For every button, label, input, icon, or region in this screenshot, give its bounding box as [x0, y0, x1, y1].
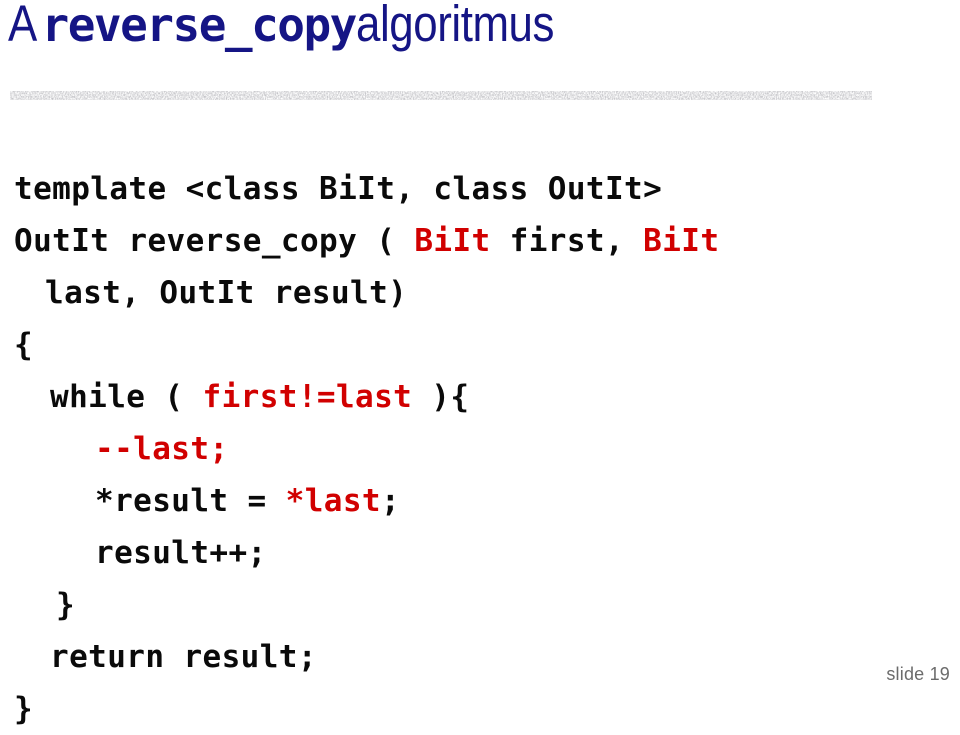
code-line: while ( first!=last ){ [0, 371, 960, 423]
code-token: } [14, 691, 34, 727]
code-line: return result; [0, 631, 960, 683]
title-divider-rule [10, 91, 872, 100]
code-line: OutIt reverse_copy ( BiIt first, BiIt [0, 215, 960, 267]
textured-rule-icon [10, 91, 872, 100]
code-line: last, OutIt result) [0, 267, 960, 319]
code-token: ){ [412, 379, 470, 415]
code-token: } [56, 587, 76, 623]
code-line: { [0, 319, 960, 371]
code-line: } [0, 579, 960, 631]
code-token: first, [490, 223, 644, 259]
page-title: A reverse_copy algoritmus [8, 0, 586, 49]
code-line: --last; [0, 423, 960, 475]
code-line: *result = *last; [0, 475, 960, 527]
code-token: ; [380, 483, 401, 519]
page-title-code-term: reverse_copy [41, 0, 358, 52]
code-line: } [0, 683, 960, 735]
code-listing: template <class BiIt, class OutIt> OutIt … [0, 163, 960, 735]
code-token: result++; [95, 535, 267, 571]
code-token: return result; [50, 639, 317, 675]
code-token: while ( [50, 379, 203, 415]
code-token: last, OutIt result) [45, 275, 408, 311]
code-line: template <class BiIt, class OutIt> [0, 163, 960, 215]
code-token: { [14, 327, 34, 363]
code-token: OutIt reverse_copy ( [14, 223, 415, 259]
slide-number-footer: slide 19 [886, 664, 950, 684]
code-highlight-token: --last; [95, 431, 229, 467]
code-highlight-token: BiIt [643, 223, 720, 259]
page-title-prefix: A [8, 0, 37, 52]
code-highlight-token: *last [285, 483, 381, 519]
code-highlight-token: BiIt [414, 223, 491, 259]
code-line: result++; [0, 527, 960, 579]
code-token: template <class BiIt, class OutIt> [14, 171, 663, 207]
code-highlight-token: first!=last [202, 379, 413, 415]
page-title-suffix: algoritmus [355, 0, 554, 52]
code-token: *result = [95, 483, 286, 519]
